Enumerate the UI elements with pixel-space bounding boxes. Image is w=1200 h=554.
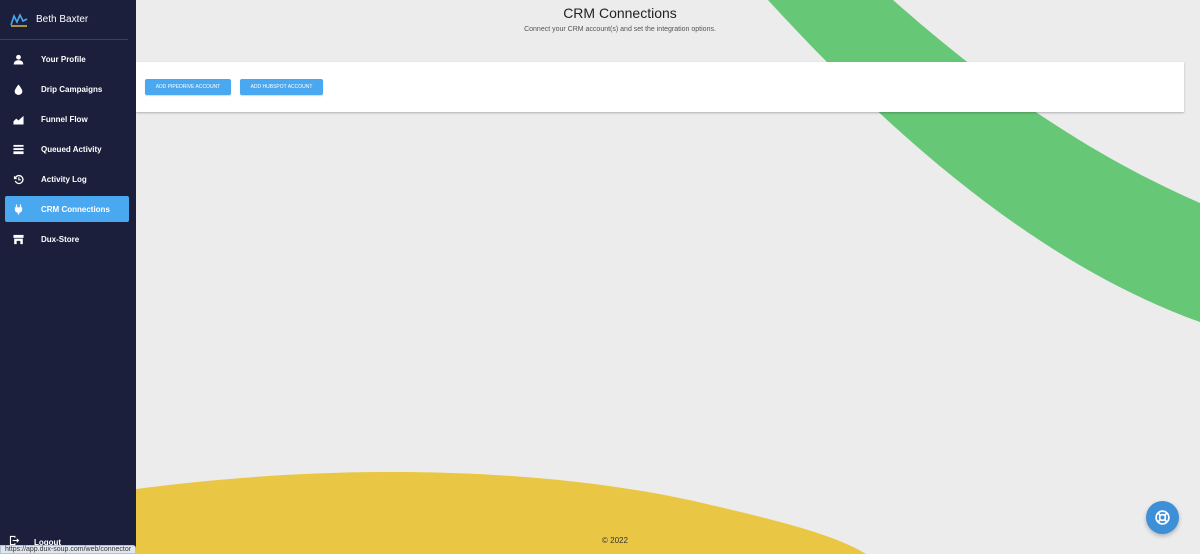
- sidebar-item-dux-store[interactable]: Dux-Store: [5, 226, 129, 252]
- sidebar-item-crm-connections[interactable]: CRM Connections: [5, 196, 129, 222]
- stack-icon: [12, 143, 24, 155]
- sidebar-nav: Your Profile Drip Campaigns Funnel Flow …: [0, 46, 136, 252]
- green-arc-shape: [768, 0, 1200, 322]
- chart-area-icon: [12, 113, 24, 125]
- sidebar-item-label: Dux-Store: [41, 234, 80, 244]
- help-button[interactable]: [1146, 501, 1179, 534]
- sidebar-item-drip-campaigns[interactable]: Drip Campaigns: [5, 76, 129, 102]
- crm-accounts-card: ADD PIPEDRIVE ACCOUNT ADD HUBSPOT ACCOUN…: [136, 62, 1184, 112]
- dux-soup-logo-icon: [10, 12, 28, 27]
- sidebar-item-label: Queued Activity: [41, 144, 102, 154]
- page-title: CRM Connections: [563, 5, 677, 21]
- sidebar-item-your-profile[interactable]: Your Profile: [5, 46, 129, 72]
- sidebar-item-label: CRM Connections: [41, 204, 110, 214]
- sidebar-item-funnel-flow[interactable]: Funnel Flow: [5, 106, 129, 132]
- page-subtitle: Connect your CRM account(s) and set the …: [524, 26, 716, 33]
- sidebar-item-label: Funnel Flow: [41, 114, 88, 124]
- person-icon: [12, 53, 24, 65]
- sidebar: Beth Baxter Your Profile Drip Campaigns …: [0, 0, 136, 554]
- sidebar-item-label: Activity Log: [41, 174, 87, 184]
- sidebar-item-activity-log[interactable]: Activity Log: [5, 166, 129, 192]
- store-icon: [12, 233, 24, 245]
- brand-header: Beth Baxter: [0, 0, 128, 40]
- user-name: Beth Baxter: [36, 14, 89, 25]
- status-bar-url: https://app.dux-soup.com/web/connector: [0, 545, 137, 554]
- sidebar-item-label: Drip Campaigns: [41, 84, 103, 94]
- add-pipedrive-account-button[interactable]: ADD PIPEDRIVE ACCOUNT: [145, 79, 231, 95]
- footer-copyright: © 2022: [602, 536, 628, 545]
- sidebar-item-queued-activity[interactable]: Queued Activity: [5, 136, 129, 162]
- lifebuoy-icon: [1155, 510, 1170, 525]
- history-icon: [12, 173, 24, 185]
- add-hubspot-account-button[interactable]: ADD HUBSPOT ACCOUNT: [240, 79, 323, 95]
- main-content: CRM Connections Connect your CRM account…: [136, 0, 1200, 554]
- sidebar-item-label: Your Profile: [41, 54, 86, 64]
- plug-icon: [12, 203, 24, 215]
- drop-icon: [12, 83, 24, 95]
